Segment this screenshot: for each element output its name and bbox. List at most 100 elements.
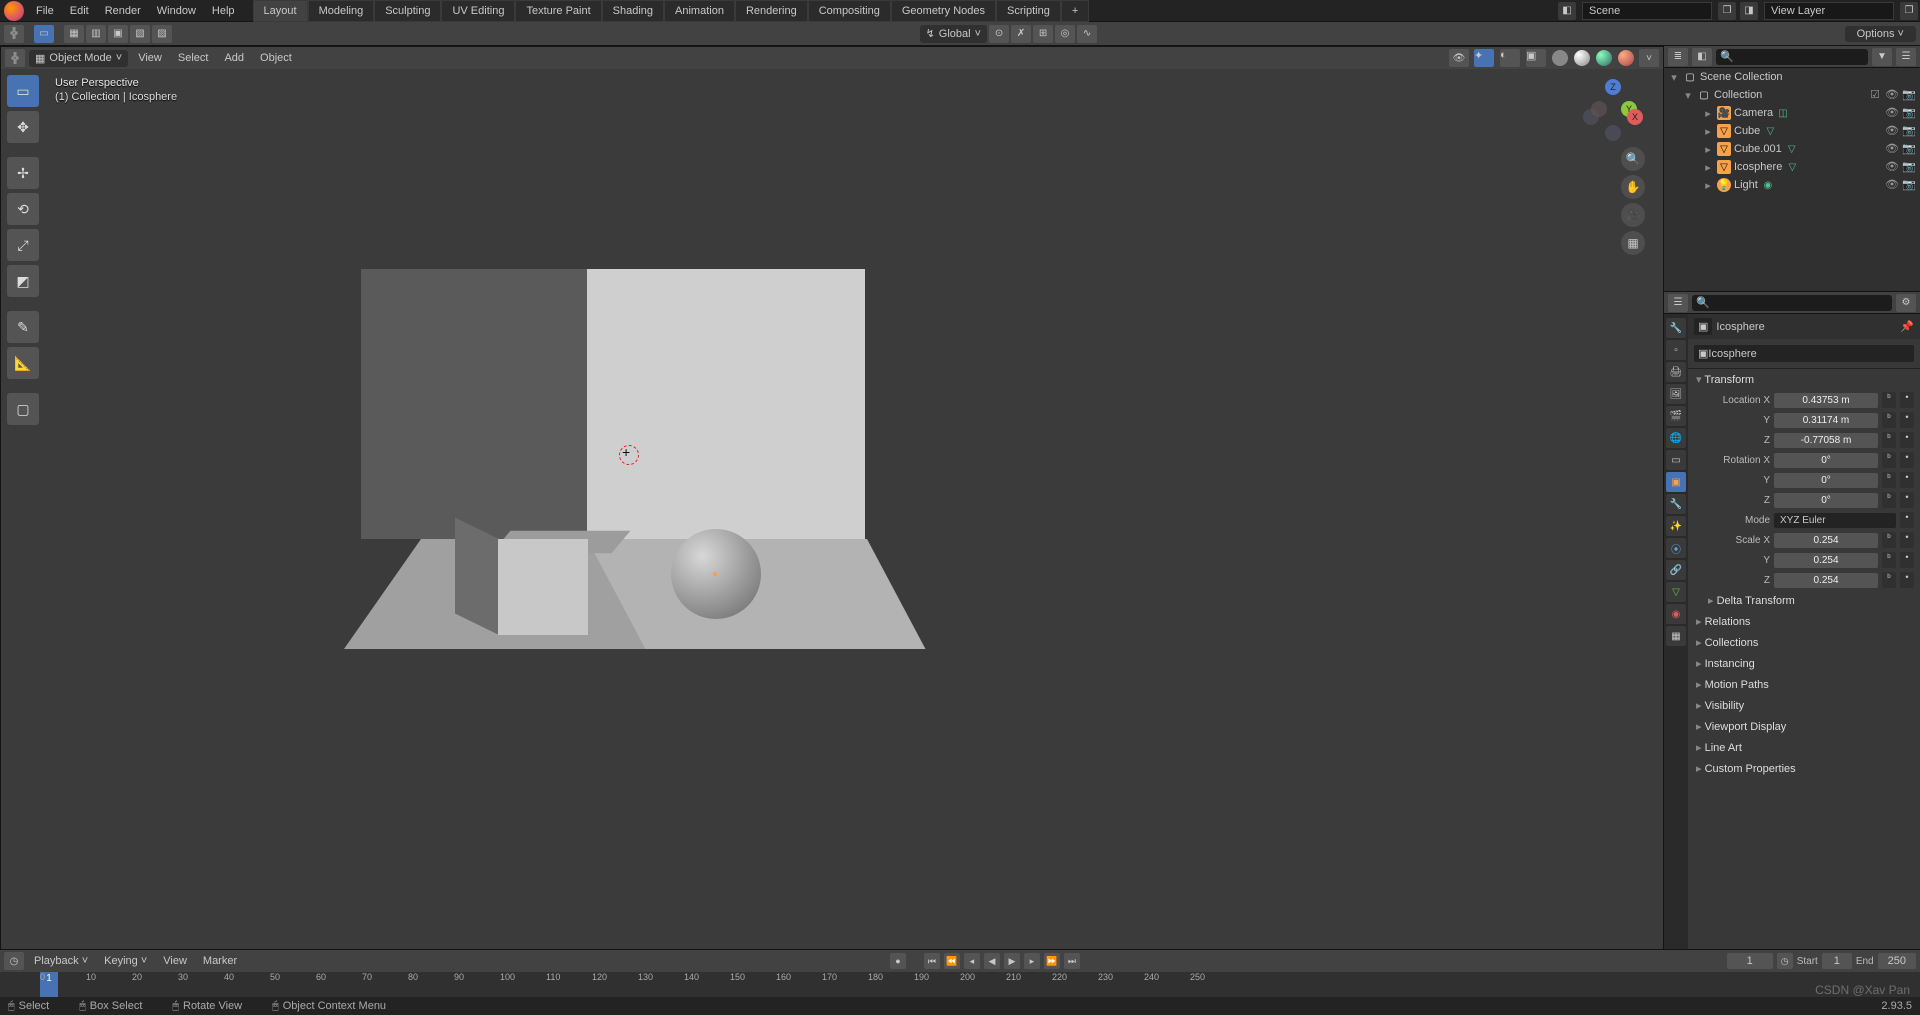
shading-material-icon[interactable] bbox=[1596, 50, 1612, 66]
timeline-view-menu[interactable]: View bbox=[157, 953, 193, 969]
jump-end-icon[interactable]: ⏭ bbox=[1064, 953, 1080, 969]
shading-wire-icon[interactable] bbox=[1552, 50, 1568, 66]
shading-solid-icon[interactable] bbox=[1574, 50, 1590, 66]
workspace-tab-uv-editing[interactable]: UV Editing bbox=[441, 0, 515, 22]
window-menu[interactable]: Window bbox=[149, 1, 204, 21]
workspace-tab-sculpting[interactable]: Sculpting bbox=[374, 0, 441, 22]
ptab-texture[interactable]: ▦ bbox=[1666, 626, 1686, 646]
eye-icon[interactable]: 👁 bbox=[1885, 160, 1899, 174]
tool-scale[interactable]: ⤢ bbox=[7, 229, 39, 261]
end-frame-field[interactable]: 250 bbox=[1878, 953, 1916, 969]
properties-options-icon[interactable]: ⚙ bbox=[1896, 294, 1916, 312]
editor-type-icon[interactable]: ╬ bbox=[5, 49, 25, 67]
keyframe-next-icon[interactable]: ⏩ bbox=[1044, 953, 1060, 969]
eye-icon[interactable]: 👁 bbox=[1885, 124, 1899, 138]
outliner-filter-icon[interactable]: ▼ bbox=[1872, 48, 1892, 66]
shading-rendered-icon[interactable] bbox=[1618, 50, 1634, 66]
editor-splitter-icon[interactable]: ╬ bbox=[4, 25, 24, 43]
rotation-y-field[interactable]: 0° bbox=[1774, 473, 1878, 488]
ptab-output[interactable]: 🖨 bbox=[1666, 362, 1686, 382]
navigation-gizmo[interactable]: Z Y X bbox=[1583, 79, 1643, 139]
current-frame-field[interactable]: 1 bbox=[1727, 953, 1773, 969]
snap-vertex-icon[interactable]: ▦ bbox=[64, 25, 84, 43]
tool-measure[interactable]: 📐 bbox=[7, 347, 39, 379]
eye-icon[interactable]: 👁 bbox=[1885, 106, 1899, 120]
preview-range-icon[interactable]: ◷ bbox=[1777, 953, 1793, 969]
snap-type-icon[interactable]: ⊞ bbox=[1033, 25, 1053, 43]
autokey-icon[interactable]: ● bbox=[890, 953, 906, 969]
scene-new-icon[interactable]: ❐ bbox=[1718, 2, 1736, 20]
marker-menu[interactable]: Marker bbox=[197, 953, 243, 969]
transform-section-header[interactable]: Transform bbox=[1688, 369, 1920, 390]
frame-next-icon[interactable]: ▸ bbox=[1024, 953, 1040, 969]
eye-icon[interactable]: 👁 bbox=[1885, 178, 1899, 192]
visibility-icon[interactable]: 👁 bbox=[1449, 49, 1469, 67]
properties-search-input[interactable]: 🔍 bbox=[1692, 295, 1892, 311]
tool-rotate[interactable]: ⟲ bbox=[7, 193, 39, 225]
ptab-modifier[interactable]: 🔧 bbox=[1666, 494, 1686, 514]
edit-menu[interactable]: Edit bbox=[62, 1, 97, 21]
ptab-tool[interactable]: 🔧 bbox=[1666, 318, 1686, 338]
nav-pan-icon[interactable]: ✋ bbox=[1621, 175, 1645, 199]
outliner-display-mode-icon[interactable]: ◧ bbox=[1692, 48, 1712, 66]
jump-start-icon[interactable]: ⏮ bbox=[924, 953, 940, 969]
select-menu[interactable]: Select bbox=[172, 50, 215, 66]
proportional-type-icon[interactable]: ∿ bbox=[1077, 25, 1097, 43]
tool-move[interactable]: ✢ bbox=[7, 157, 39, 189]
ptab-constraints[interactable]: 🔗 bbox=[1666, 560, 1686, 580]
3d-viewport[interactable]: User Perspective (1) Collection | Icosph… bbox=[1, 69, 1663, 972]
object-menu[interactable]: Object bbox=[254, 50, 298, 66]
gizmo-toggle-icon[interactable]: ✦ bbox=[1474, 49, 1494, 67]
section-viewport-display[interactable]: Viewport Display bbox=[1688, 716, 1920, 737]
render-menu[interactable]: Render bbox=[97, 1, 149, 21]
tool-select-box[interactable]: ▭ bbox=[7, 75, 39, 107]
scale-z-field[interactable]: 0.254 bbox=[1774, 573, 1878, 588]
options-dropdown[interactable]: Options ˅ bbox=[1845, 26, 1916, 42]
ptab-scene[interactable]: 🎬 bbox=[1666, 406, 1686, 426]
tool-cursor[interactable]: ✥ bbox=[7, 111, 39, 143]
section-instancing[interactable]: Instancing bbox=[1688, 653, 1920, 674]
properties-editor-icon[interactable]: ☰ bbox=[1668, 294, 1688, 312]
ptab-render[interactable]: ▫ bbox=[1666, 340, 1686, 360]
tool-add-cube[interactable]: ▢ bbox=[7, 393, 39, 425]
snap-toggle-icon[interactable]: ✗ bbox=[1011, 25, 1031, 43]
outliner-item-camera[interactable]: ▸🎥Camera◫👁📷 bbox=[1664, 104, 1920, 122]
rotation-z-field[interactable]: 0° bbox=[1774, 493, 1878, 508]
start-frame-field[interactable]: 1 bbox=[1822, 953, 1852, 969]
proportional-edit-icon[interactable]: ◎ bbox=[1055, 25, 1075, 43]
workspace-tab-modeling[interactable]: Modeling bbox=[308, 0, 375, 22]
render-icon[interactable]: 📷 bbox=[1902, 178, 1916, 192]
ptab-viewlayer[interactable]: 🖼 bbox=[1666, 384, 1686, 404]
outliner-item-icosphere[interactable]: ▸▽Icosphere▽👁📷 bbox=[1664, 158, 1920, 176]
workspace-tab-shading[interactable]: Shading bbox=[602, 0, 664, 22]
ptab-object[interactable]: ▣ bbox=[1666, 472, 1686, 492]
outliner-panel[interactable]: ▾▢Scene Collection ▾▢Collection ☑👁📷 ▸🎥Ca… bbox=[1664, 68, 1920, 292]
scene-browse-icon[interactable]: ◧ bbox=[1558, 2, 1576, 20]
scale-y-field[interactable]: 0.254 bbox=[1774, 553, 1878, 568]
orientation-dropdown[interactable]: ↯ Global ˅ bbox=[920, 25, 987, 43]
playback-menu[interactable]: Playback ˅ bbox=[28, 953, 94, 969]
snap-edge-icon[interactable]: ▥ bbox=[86, 25, 106, 43]
object-name-field[interactable]: ▣ Icosphere bbox=[1694, 345, 1914, 362]
workspace-tab-scripting[interactable]: Scripting bbox=[996, 0, 1061, 22]
workspace-tab-animation[interactable]: Animation bbox=[664, 0, 735, 22]
add-menu[interactable]: Add bbox=[218, 50, 250, 66]
viewlayer-new-icon[interactable]: ❐ bbox=[1900, 2, 1918, 20]
snap-face-icon[interactable]: ▣ bbox=[108, 25, 128, 43]
outliner-editor-icon[interactable]: ≣ bbox=[1668, 48, 1688, 66]
workspace-tab-texture-paint[interactable]: Texture Paint bbox=[515, 0, 601, 22]
outliner-collection[interactable]: ▾▢Collection ☑👁📷 bbox=[1664, 86, 1920, 104]
pin-icon[interactable]: 📌 bbox=[1900, 320, 1914, 334]
section-line-art[interactable]: Line Art bbox=[1688, 737, 1920, 758]
play-reverse-icon[interactable]: ◀ bbox=[984, 953, 1000, 969]
render-icon[interactable]: 📷 bbox=[1902, 142, 1916, 156]
tool-transform[interactable]: ◩ bbox=[7, 265, 39, 297]
location-y-field[interactable]: 0.31174 m bbox=[1774, 413, 1878, 428]
nav-zoom-icon[interactable]: 🔍 bbox=[1621, 147, 1645, 171]
outliner-item-cube[interactable]: ▸▽Cube▽👁📷 bbox=[1664, 122, 1920, 140]
play-icon[interactable]: ▶ bbox=[1004, 953, 1020, 969]
keying-menu[interactable]: Keying ˅ bbox=[98, 953, 153, 969]
outliner-scene-collection[interactable]: ▾▢Scene Collection bbox=[1664, 68, 1920, 86]
pivot-icon[interactable]: ⊙ bbox=[989, 25, 1009, 43]
shading-options-icon[interactable]: ˅ bbox=[1639, 49, 1659, 67]
